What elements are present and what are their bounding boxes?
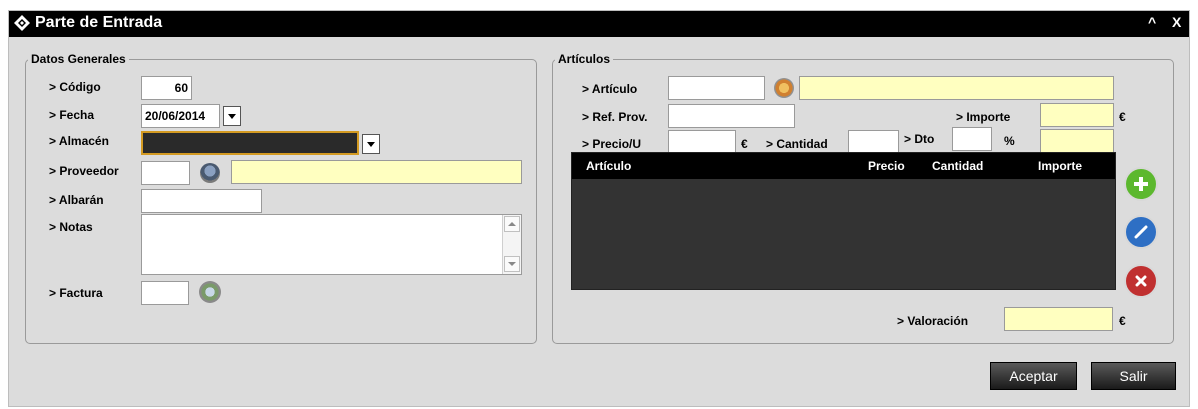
articulo-description-field	[799, 76, 1114, 100]
cantidad-label: > Cantidad	[766, 137, 828, 151]
albaran-label: > Albarán	[49, 193, 104, 207]
factura-field[interactable]	[141, 281, 189, 305]
articulos-legend: Artículos	[558, 52, 611, 66]
importe-label: > Importe	[956, 110, 1011, 124]
articulo-code-field[interactable]	[668, 76, 765, 100]
factura-search-icon[interactable]	[199, 281, 221, 303]
fecha-field[interactable]: 20/06/2014	[141, 104, 220, 128]
fecha-label: > Fecha	[49, 108, 95, 122]
x-icon	[1135, 275, 1147, 287]
table-header: Artículo Precio Cantidad Importe	[572, 153, 1115, 179]
precio-u-label: > Precio/U	[582, 137, 642, 151]
notas-textarea[interactable]	[141, 214, 522, 275]
proveedor-label: > Proveedor	[49, 164, 119, 178]
dto-field[interactable]	[952, 127, 992, 151]
scroll-up-arrow-icon[interactable]	[504, 216, 520, 232]
dto-percent-unit: %	[1004, 134, 1015, 148]
column-header-cantidad[interactable]: Cantidad	[932, 159, 983, 173]
column-header-precio[interactable]: Precio	[868, 159, 905, 173]
precio-u-field[interactable]	[668, 130, 736, 154]
almacen-dropdown-button[interactable]	[362, 134, 380, 154]
delete-button[interactable]	[1124, 264, 1158, 298]
edit-button[interactable]	[1124, 215, 1158, 249]
diamond-logo-icon	[14, 15, 30, 31]
precio-euro-unit: €	[741, 137, 748, 151]
proveedor-search-icon[interactable]	[200, 163, 220, 183]
minimize-button[interactable]: ^	[1148, 14, 1156, 30]
codigo-label: > Código	[49, 80, 101, 94]
articulos-table[interactable]: Artículo Precio Cantidad Importe	[571, 152, 1116, 290]
importe-euro-unit: €	[1119, 110, 1126, 124]
notas-label: > Notas	[49, 220, 93, 234]
window-title: Parte de Entrada	[35, 14, 163, 31]
cantidad-field[interactable]	[848, 130, 899, 154]
almacen-label: > Almacén	[49, 134, 109, 148]
add-button[interactable]	[1124, 167, 1158, 201]
valoracion-field	[1004, 307, 1113, 331]
proveedor-name-field	[231, 160, 522, 184]
albaran-field[interactable]	[141, 189, 262, 213]
valoracion-label: > Valoración	[897, 314, 969, 328]
column-header-articulo[interactable]: Artículo	[586, 159, 631, 173]
exit-button[interactable]: Salir	[1091, 362, 1176, 390]
ref-prov-field[interactable]	[668, 104, 795, 128]
scroll-down-arrow-icon[interactable]	[504, 256, 520, 272]
close-button[interactable]: X	[1172, 14, 1181, 30]
proveedor-code-field[interactable]	[141, 161, 190, 185]
fecha-dropdown-button[interactable]	[223, 106, 241, 126]
ref-prov-label: > Ref. Prov.	[582, 110, 648, 124]
articulo-search-icon[interactable]	[774, 78, 794, 98]
accept-button[interactable]: Aceptar	[990, 362, 1077, 390]
articulo-label: > Artículo	[582, 82, 638, 96]
plus-icon	[1134, 177, 1148, 191]
pencil-icon	[1134, 225, 1148, 239]
valoracion-euro-unit: €	[1119, 314, 1126, 328]
dto-label: > Dto	[904, 132, 935, 146]
column-header-importe[interactable]: Importe	[1038, 159, 1082, 173]
almacen-select[interactable]	[141, 131, 359, 155]
dto-result-field	[1040, 129, 1114, 153]
codigo-field[interactable]: 60	[141, 76, 192, 100]
title-bar: Parte de Entrada ^ X	[9, 11, 1189, 37]
notas-scrollbar[interactable]	[502, 215, 521, 274]
datos-generales-legend: Datos Generales	[31, 52, 126, 66]
factura-label: > Factura	[49, 286, 103, 300]
importe-field	[1040, 103, 1114, 127]
